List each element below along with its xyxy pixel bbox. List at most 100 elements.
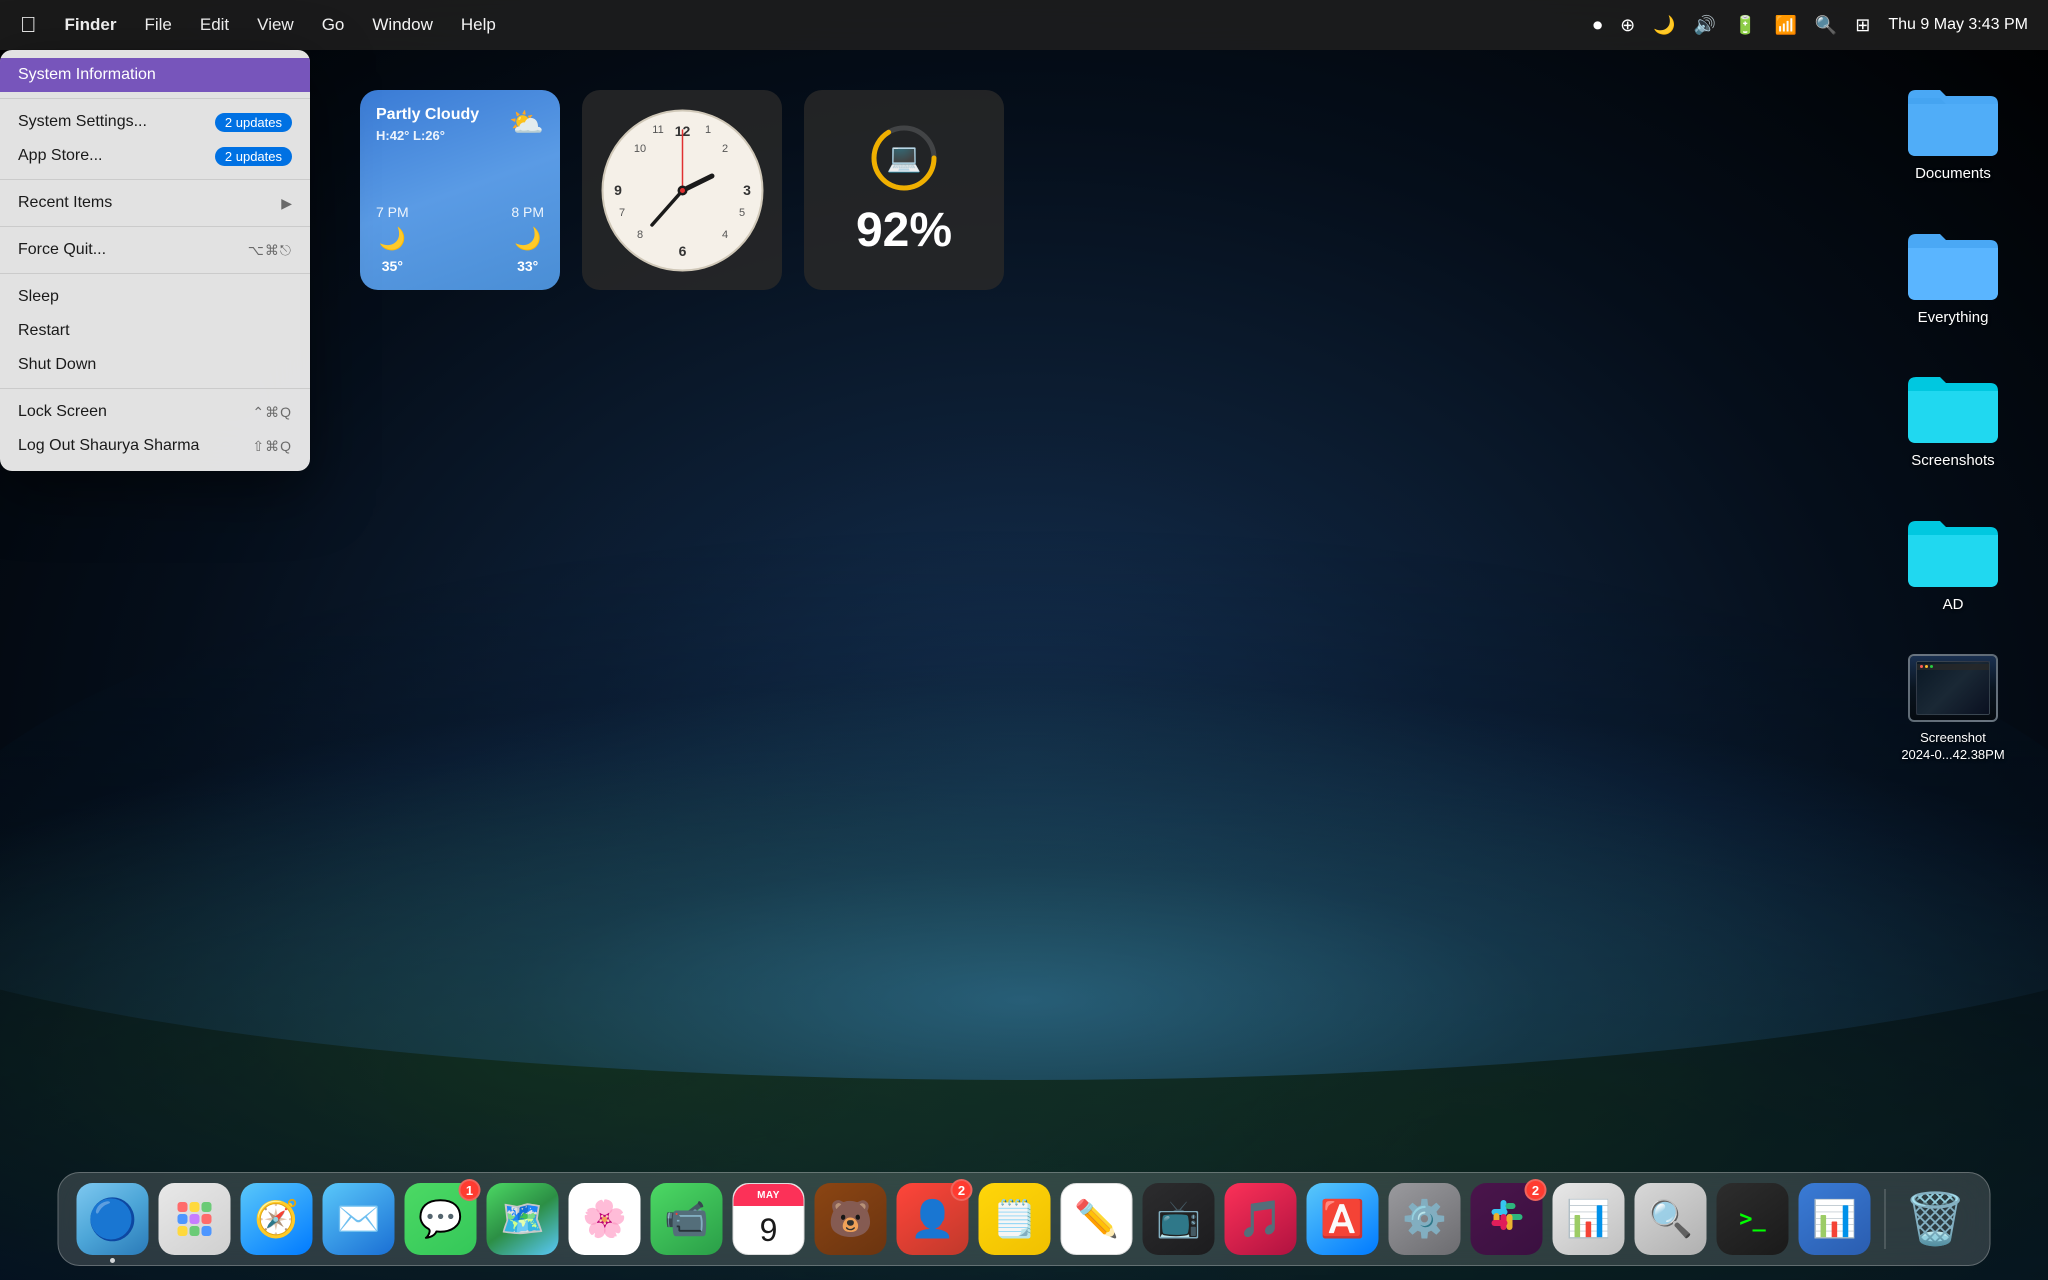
svg-text:6: 6 — [678, 243, 686, 259]
menu-finder[interactable]: Finder — [65, 15, 117, 35]
trash-icon: 🗑️ — [1904, 1190, 1966, 1249]
menu-item-lock-screen[interactable]: Lock Screen ⌃⌘Q — [0, 395, 310, 429]
weather-widget[interactable]: Partly Cloudy H:42° L:26° ⛅ 7 PM 🌙 35° 8… — [360, 90, 560, 290]
dock-app-music[interactable]: 🎵 — [1225, 1183, 1297, 1255]
menubar:  Finder File Edit View Go Window Help ⏺… — [0, 0, 2048, 50]
battery-icon[interactable]: 🔋 — [1734, 15, 1756, 36]
menu-item-sleep[interactable]: Sleep — [0, 280, 310, 314]
clock-widget[interactable]: 12 3 6 9 2 4 10 8 1 5 11 7 — [582, 90, 782, 290]
safari-icon: 🧭 — [254, 1198, 299, 1240]
menu-section-force-quit: Force Quit... ⌥⌘⎋ — [0, 231, 310, 269]
dock-app-trash[interactable]: 🗑️ — [1900, 1183, 1972, 1255]
photos-icon: 🌸 — [582, 1198, 627, 1240]
menu-window[interactable]: Window — [372, 15, 432, 35]
menu-item-force-quit[interactable]: Force Quit... ⌥⌘⎋ — [0, 233, 310, 267]
svg-text:9: 9 — [614, 182, 622, 198]
forecast-7pm: 7 PM 🌙 35° — [376, 204, 409, 274]
slack-badge: 2 — [1525, 1179, 1547, 1201]
forecast-8pm: 8 PM 🌙 33° — [511, 204, 544, 274]
weather-condition-text: Partly Cloudy — [376, 106, 479, 124]
dock-app-notes[interactable]: 🗒️ — [979, 1183, 1051, 1255]
accessibility-icon[interactable]: ⊕ — [1620, 15, 1635, 36]
dock-app-terminal[interactable]: >_ — [1717, 1183, 1789, 1255]
desktop-icon-everything[interactable]: Everything — [1898, 224, 2008, 328]
dock-app-activity-monitor[interactable]: 📊 — [1553, 1183, 1625, 1255]
dock-app-mail[interactable]: ✉️ — [323, 1183, 395, 1255]
darkmode-icon[interactable]: 🌙 — [1653, 15, 1675, 36]
dock-app-bear[interactable]: 🐻 — [815, 1183, 887, 1255]
wifi-icon[interactable]: 📶 — [1774, 15, 1796, 36]
menu-view[interactable]: View — [257, 15, 294, 35]
weather-cloud-icon: ⛅ — [509, 106, 544, 139]
cardhop-badge: 2 — [951, 1179, 973, 1201]
svg-text:4: 4 — [721, 229, 727, 241]
dock-app-appletv[interactable]: 📺 — [1143, 1183, 1215, 1255]
cardhop-icon: 👤 — [910, 1198, 955, 1240]
dock-app-spotlight[interactable]: 🔍 — [1635, 1183, 1707, 1255]
finder-icon: 🔵 — [88, 1196, 138, 1243]
dock-app-cardhop[interactable]: 👤 2 — [897, 1183, 969, 1255]
menu-item-system-info[interactable]: System Information — [0, 58, 310, 92]
dock-app-photos[interactable]: 🌸 — [569, 1183, 641, 1255]
ad-folder-icon — [1908, 511, 1998, 587]
forecast-7pm-time: 7 PM — [376, 204, 409, 220]
menu-item-restart[interactable]: Restart — [0, 314, 310, 348]
desktop-icons: Documents Everything Screenshots — [1898, 80, 2008, 764]
ad-label: AD — [1943, 595, 1964, 615]
desktop-icon-screenshots[interactable]: Screenshots — [1898, 367, 2008, 471]
dock-app-safari[interactable]: 🧭 — [241, 1183, 313, 1255]
menu-go[interactable]: Go — [322, 15, 345, 35]
forecast-7pm-temp: 35° — [382, 258, 403, 274]
weather-temps: H:42° L:26° — [376, 128, 479, 143]
force-quit-shortcut: ⌥⌘⎋ — [248, 242, 292, 259]
menu-item-app-store[interactable]: App Store... 2 updates — [0, 139, 310, 173]
messages-badge: 1 — [459, 1179, 481, 1201]
menu-file[interactable]: File — [144, 15, 171, 35]
menu-help[interactable]: Help — [461, 15, 496, 35]
dock-app-messages[interactable]: 💬 1 — [405, 1183, 477, 1255]
dock-app-slack[interactable]: 2 — [1471, 1183, 1543, 1255]
apple-menu-button[interactable]:  — [20, 12, 37, 38]
svg-text:10: 10 — [633, 143, 645, 155]
dock-app-appstore[interactable]: 🅰️ — [1307, 1183, 1379, 1255]
screenshot-file-label: Screenshot2024-0...42.38PM — [1901, 730, 2004, 764]
search-icon[interactable]: 🔍 — [1815, 15, 1837, 36]
dock-app-calendar[interactable]: MAY 9 — [733, 1183, 805, 1255]
lock-screen-label: Lock Screen — [18, 403, 107, 421]
volume-icon[interactable]: 🔊 — [1694, 15, 1716, 36]
dock-app-keynote[interactable]: 📊 — [1799, 1183, 1871, 1255]
slack-icon — [1487, 1195, 1527, 1243]
dock-app-maps[interactable]: 🗺️ — [487, 1183, 559, 1255]
menu-edit[interactable]: Edit — [200, 15, 229, 35]
forecast-8pm-icon: 🌙 — [514, 226, 541, 252]
dock-app-launchpad[interactable] — [159, 1183, 231, 1255]
logout-shortcut: ⇧⌘Q — [252, 438, 292, 455]
menu-item-logout[interactable]: Log Out Shaurya Sharma ⇧⌘Q — [0, 429, 310, 463]
dock-app-system-settings[interactable]: ⚙️ — [1389, 1183, 1461, 1255]
finder-dot — [110, 1258, 115, 1263]
control-center-icon[interactable]: ⊞ — [1855, 15, 1870, 36]
system-info-label: System Information — [18, 66, 156, 84]
menu-item-shutdown[interactable]: Shut Down — [0, 348, 310, 382]
menu-item-recent-items[interactable]: Recent Items ▶ — [0, 186, 310, 220]
sleep-label: Sleep — [18, 288, 59, 306]
dock-app-freeform[interactable]: ✏️ — [1061, 1183, 1133, 1255]
appstore-icon: 🅰️ — [1320, 1198, 1365, 1240]
record-icon[interactable]: ⏺ — [1593, 15, 1602, 36]
desktop-icon-documents[interactable]: Documents — [1898, 80, 2008, 184]
logout-label: Log Out Shaurya Sharma — [18, 437, 199, 455]
battery-widget[interactable]: 💻 92% — [804, 90, 1004, 290]
apple-menu-dropdown: System Information System Settings... 2 … — [0, 50, 310, 471]
mail-icon: ✉️ — [336, 1198, 381, 1240]
shutdown-label: Shut Down — [18, 356, 96, 374]
datetime-display: Thu 9 May 3:43 PM — [1888, 16, 2028, 34]
menu-item-system-settings[interactable]: System Settings... 2 updates — [0, 105, 310, 139]
bear-icon: 🐻 — [828, 1198, 873, 1240]
dock-app-facetime[interactable]: 📹 — [651, 1183, 723, 1255]
menu-section-session: Lock Screen ⌃⌘Q Log Out Shaurya Sharma ⇧… — [0, 393, 310, 465]
dock-app-finder[interactable]: 🔵 — [77, 1183, 149, 1255]
force-quit-label: Force Quit... — [18, 241, 106, 259]
system-settings-icon: ⚙️ — [1402, 1198, 1447, 1240]
desktop-icon-ad[interactable]: AD — [1898, 511, 2008, 615]
desktop-icon-screenshot-file[interactable]: Screenshot2024-0...42.38PM — [1898, 654, 2008, 764]
